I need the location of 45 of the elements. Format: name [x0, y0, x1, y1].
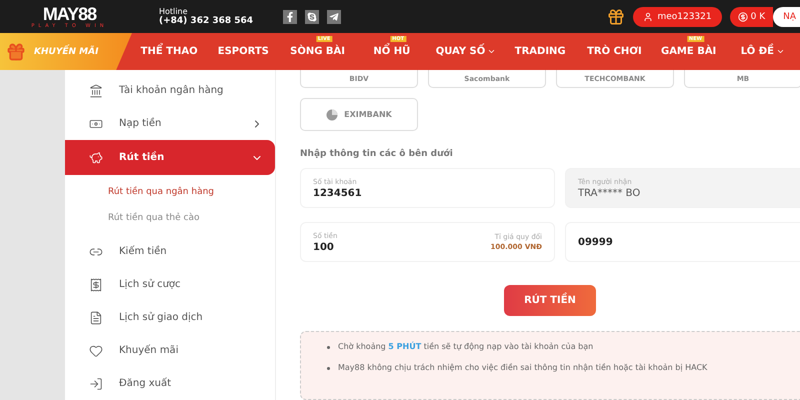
sidebar-item[interactable]: Kiếm tiền	[65, 235, 275, 268]
hotline-number: (+84) 362 368 564	[159, 16, 254, 26]
sidebar-item[interactable]: Khuyến mãi	[65, 334, 275, 367]
bullet-icon	[327, 367, 330, 370]
bullet-icon	[327, 346, 330, 349]
heart-icon	[89, 344, 103, 358]
field-value: TRA***** BO	[578, 188, 642, 198]
sidebar-item[interactable]: Rút tiền	[65, 140, 275, 175]
document-icon	[89, 310, 103, 324]
skype-icon[interactable]	[305, 10, 320, 24]
submenu-item[interactable]: Rút tiền qua thẻ cào	[65, 205, 275, 231]
piggy-bank-icon	[89, 150, 103, 164]
nav-item[interactable]: LÔ ĐỀ	[726, 46, 800, 57]
deposit-button[interactable]: NẠ	[773, 6, 800, 26]
nav-item[interactable]: QUAY SỐ	[428, 46, 504, 57]
logout-icon	[89, 376, 103, 390]
sidebar-item[interactable]: Đăng xuất	[65, 367, 275, 400]
notice-text: Chờ khoảng 5 PHÚT tiền sẽ tự động nạp vào tài khoản của bạn	[338, 342, 594, 351]
submenu-item[interactable]: Rút tiền qua ngân hàng	[65, 179, 275, 205]
gift-icon	[6, 42, 26, 62]
receipt-icon	[89, 278, 103, 292]
sidebar-item[interactable]: Lịch sử cược	[65, 268, 275, 301]
bank-icon	[89, 84, 103, 98]
sidebar-item[interactable]: Tài khoản ngân hàng	[65, 74, 275, 107]
user-button[interactable]: meo123321	[633, 6, 722, 26]
withdraw-button[interactable]: RÚT TIỀN	[504, 285, 596, 316]
coin-icon	[738, 12, 748, 22]
nav-item[interactable]: TRADING	[503, 46, 578, 57]
telegram-icon[interactable]	[327, 10, 342, 24]
sidebar-item[interactable]: Nạp tiền	[65, 107, 275, 140]
hotline-label: Hotline	[159, 7, 188, 16]
nav-item[interactable]: ESPORTS	[206, 46, 280, 57]
sidebar-item[interactable]: Lịch sử giao dịch	[65, 301, 275, 334]
user-icon	[643, 12, 654, 22]
nav-item[interactable]: TRÒ CHƠI	[577, 46, 652, 57]
gift-icon[interactable]	[607, 8, 626, 26]
notice-text: May88 không chịu trách nhiệm cho việc điền sai thông tin nhận tiền hoặc tài khoản bị HACK	[338, 363, 708, 372]
input-field[interactable]: 09999	[565, 222, 800, 262]
balance-button[interactable]: 0 K	[730, 6, 774, 26]
field-value: 1234561	[313, 188, 363, 198]
field-value: 100	[313, 242, 335, 252]
form-instruction: Nhập thông tin các ô bên dưới	[300, 149, 454, 159]
field-value: 09999	[578, 236, 614, 248]
facebook-icon[interactable]	[283, 10, 298, 24]
bank-option[interactable]: EXIMBANK	[300, 98, 418, 131]
